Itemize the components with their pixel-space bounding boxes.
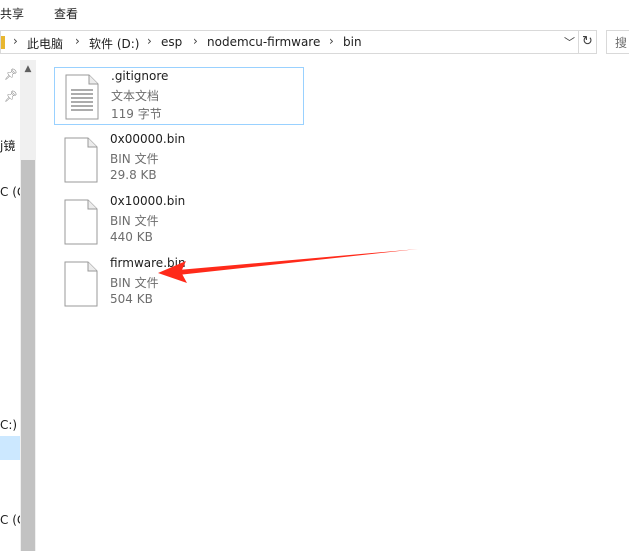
nav-scrollbar-thumb[interactable] — [21, 160, 35, 551]
file-size: 440 KB — [110, 230, 153, 244]
nav-item-selected-highlight[interactable] — [0, 436, 20, 460]
file-name: .gitignore — [111, 69, 169, 83]
file-name: 0x10000.bin — [110, 194, 186, 208]
file-size: 119 字节 — [111, 107, 162, 121]
file-icon — [64, 137, 98, 183]
file-type: 文本文档 — [111, 89, 160, 103]
text-document-icon — [65, 74, 99, 120]
crumb-bin[interactable]: bin — [343, 35, 362, 49]
file-icon — [64, 199, 98, 245]
nav-item[interactable]: j镜 — [0, 137, 15, 154]
file-size: 504 KB — [110, 292, 153, 306]
crumb-this-pc[interactable]: 此电脑 — [27, 35, 63, 52]
pin-icon[interactable]: 📌︎ — [4, 90, 18, 103]
file-name: firmware.bin — [110, 256, 186, 270]
chevron-down-icon[interactable]: ﹀ — [564, 34, 575, 50]
pin-icon[interactable]: 📌︎ — [4, 68, 18, 81]
file-item-gitignore[interactable]: .gitignore 文本文档 119 字节 — [54, 67, 304, 125]
address-bar[interactable]: › 此电脑 › 软件 (D:) › esp › nodemcu-firmware… — [0, 30, 579, 54]
nav-scrollbar[interactable]: ▲ — [20, 60, 36, 551]
file-type: BIN 文件 — [110, 276, 159, 290]
crumb-drive-d[interactable]: 软件 (D:) — [89, 35, 139, 52]
ribbon-tabs: 共享 查看 — [0, 0, 629, 26]
chevron-right-icon[interactable]: › — [147, 34, 152, 48]
tab-share[interactable]: 共享 — [0, 5, 24, 22]
navigation-pane: 📌︎ 📌︎ j镜 C (G C:) C (G ▲ — [0, 60, 36, 551]
crumb-nodemcu-firmware[interactable]: nodemcu-firmware — [207, 35, 320, 49]
folder-icon — [1, 36, 5, 49]
file-item-0x10000-bin[interactable]: 0x10000.bin BIN 文件 440 KB — [54, 193, 304, 251]
file-type: BIN 文件 — [110, 214, 159, 228]
file-icon — [64, 261, 98, 307]
chevron-right-icon[interactable]: › — [75, 34, 80, 48]
address-bar-row: › 此电脑 › 软件 (D:) › esp › nodemcu-firmware… — [0, 26, 629, 60]
chevron-right-icon[interactable]: › — [329, 34, 334, 48]
crumb-esp[interactable]: esp — [161, 35, 182, 49]
nav-item[interactable]: C:) — [0, 418, 17, 432]
file-size: 29.8 KB — [110, 168, 157, 182]
refresh-button[interactable]: ↻ — [579, 30, 597, 54]
search-placeholder: 搜 — [615, 36, 628, 50]
file-name: 0x00000.bin — [110, 132, 186, 146]
refresh-icon: ↻ — [582, 34, 593, 49]
file-item-firmware-bin[interactable]: firmware.bin BIN 文件 504 KB — [54, 255, 304, 313]
file-type: BIN 文件 — [110, 152, 159, 166]
file-item-0x00000-bin[interactable]: 0x00000.bin BIN 文件 29.8 KB — [54, 131, 304, 189]
file-list: .gitignore 文本文档 119 字节 0x00000.bin BIN 文… — [36, 60, 629, 551]
explorer-window: 共享 查看 › 此电脑 › 软件 (D:) › esp › nodemcu-fi… — [0, 0, 629, 551]
chevron-right-icon[interactable]: › — [193, 34, 198, 48]
scroll-up-arrow-icon[interactable]: ▲ — [20, 64, 36, 74]
search-input[interactable]: 搜 — [606, 30, 629, 54]
chevron-right-icon[interactable]: › — [13, 34, 18, 48]
tab-view[interactable]: 查看 — [54, 5, 78, 22]
